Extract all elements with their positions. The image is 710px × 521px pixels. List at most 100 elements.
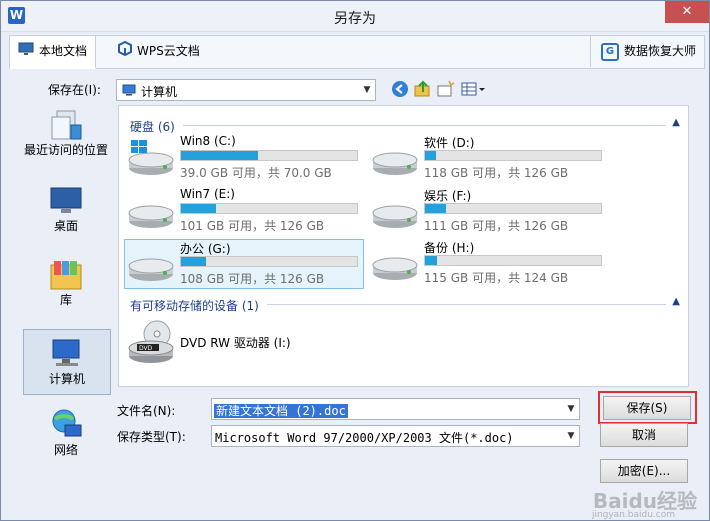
capacity-fill (181, 257, 206, 266)
capacity-fill (425, 151, 436, 160)
capacity-fill (181, 204, 217, 213)
svg-text:DVD: DVD (139, 345, 153, 352)
hard-drive-icon (127, 246, 175, 287)
dvd-drive-icon: DVD (127, 320, 175, 369)
drive-dvd[interactable]: DVD DVD RW 驱动器 (I:) (125, 318, 363, 368)
drive-info: 111 GB 可用，共 126 GB (424, 219, 569, 233)
drive-f[interactable]: 娱乐 (F:) 111 GB 可用，共 126 GB (369, 187, 607, 235)
place-recent[interactable]: 最近访问的位置 (23, 109, 109, 177)
new-folder-icon[interactable] (437, 80, 455, 98)
place-label: 桌面 (53, 219, 78, 233)
drive-name: Win8 (C:) (180, 134, 236, 148)
up-folder-icon[interactable] (414, 80, 432, 98)
data-recovery-link[interactable]: G 数据恢复大师 (589, 36, 696, 67)
capacity-bar (424, 150, 602, 161)
place-label: 网络 (53, 443, 78, 457)
hard-drive-icon (371, 140, 419, 181)
group-divider (267, 304, 666, 305)
library-icon (49, 257, 83, 291)
save-in-value: 计算机 (141, 85, 178, 99)
drive-info: 118 GB 可用，共 126 GB (424, 166, 569, 180)
drive-name: 娱乐 (F:) (424, 189, 472, 203)
location-tabs: 本地文档 WPS云文档 G 数据恢复大师 (9, 35, 705, 69)
chevron-down-icon[interactable]: ▼ (359, 80, 375, 100)
drive-g[interactable]: 办公 (G:) 108 GB 可用，共 126 GB (124, 239, 364, 289)
close-button[interactable]: ✕ (665, 1, 709, 23)
drive-name: 备份 (H:) (424, 241, 475, 255)
drive-name: 办公 (G:) (180, 242, 231, 256)
windows-drive-icon (127, 140, 175, 181)
cancel-button[interactable]: 取消 (600, 423, 688, 447)
drive-e[interactable]: Win7 (E:) 101 GB 可用，共 126 GB (125, 187, 363, 235)
tab-local-documents[interactable]: 本地文档 (10, 36, 97, 69)
collapse-icon[interactable]: ▲ (672, 117, 680, 128)
group-title: 有可移动存储的设备 (1) (130, 299, 259, 313)
capacity-fill (181, 151, 259, 160)
place-desktop[interactable]: 桌面 (23, 185, 109, 235)
monitor-icon (18, 37, 34, 67)
computer-icon (122, 84, 136, 99)
filename-label: 文件名(N): (117, 404, 176, 418)
drive-info: 101 GB 可用，共 126 GB (180, 219, 325, 233)
drive-h[interactable]: 备份 (H:) 115 GB 可用，共 124 GB (369, 239, 607, 287)
drive-name: 软件 (D:) (424, 136, 475, 150)
capacity-bar (424, 203, 602, 214)
places-sidebar: 最近访问的位置 桌面 库 计算机 网络 (15, 105, 115, 464)
capacity-bar (180, 150, 358, 161)
recovery-g-icon: G (600, 42, 619, 61)
drive-info: 39.0 GB 可用，共 70.0 GB (180, 166, 332, 180)
desktop-icon (49, 185, 83, 217)
place-network[interactable]: 网络 (23, 407, 109, 459)
drive-d[interactable]: 软件 (D:) 118 GB 可用，共 126 GB (369, 134, 607, 182)
hard-drive-icon (127, 193, 175, 234)
computer-view: 硬盘 (6) ▲ Win8 (C:) 39.0 GB 可用，共 70.0 GB … (118, 105, 689, 387)
cloud-cube-icon (118, 37, 132, 67)
capacity-fill (425, 204, 447, 213)
computer-icon (50, 336, 84, 370)
chevron-down-icon[interactable]: ▼ (563, 399, 579, 419)
capacity-bar (180, 256, 358, 267)
place-label: 库 (59, 293, 72, 307)
place-label: 计算机 (48, 372, 85, 386)
encrypt-button[interactable]: 加密(E)... (600, 459, 688, 483)
tab-label: WPS云文档 (137, 44, 200, 58)
group-hard-disks[interactable]: 硬盘 (6) ▲ (119, 115, 688, 135)
filename-input[interactable]: 新建文本文档 (2).doc ▼ (211, 398, 580, 420)
hard-drive-icon (371, 245, 419, 286)
tab-label: 本地文档 (39, 44, 88, 58)
capacity-fill (425, 256, 438, 265)
collapse-icon[interactable]: ▲ (672, 296, 680, 307)
back-icon[interactable] (391, 80, 409, 98)
drive-info: 108 GB 可用，共 126 GB (180, 272, 325, 286)
capacity-bar (180, 203, 358, 214)
group-removable[interactable]: 有可移动存储的设备 (1) ▲ (119, 294, 688, 314)
hard-drive-icon (371, 193, 419, 234)
place-label: 最近访问的位置 (23, 143, 108, 157)
group-title: 硬盘 (6) (130, 120, 175, 134)
filetype-dropdown[interactable]: Microsoft Word 97/2000/XP/2003 文件(*.doc)… (211, 425, 580, 447)
capacity-bar (424, 255, 602, 266)
filetype-label: 保存类型(T): (117, 430, 186, 444)
recent-places-icon (49, 109, 83, 143)
filetype-value: Microsoft Word 97/2000/XP/2003 文件(*.doc) (215, 431, 514, 445)
save-in-dropdown[interactable]: 计算机 ▼ (116, 79, 376, 101)
tab-wps-cloud[interactable]: WPS云文档 (110, 36, 208, 67)
group-divider (183, 125, 666, 126)
recovery-label: 数据恢复大师 (623, 44, 696, 58)
drive-name: DVD RW 驱动器 (I:) (180, 336, 291, 350)
title-bar: W 另存为 ✕ (1, 1, 709, 32)
network-icon (49, 407, 83, 441)
place-computer[interactable]: 计算机 (23, 329, 111, 395)
place-library[interactable]: 库 (23, 257, 109, 309)
save-in-label: 保存在(I): (48, 83, 101, 97)
chevron-down-icon[interactable]: ▼ (563, 426, 579, 446)
baidu-watermark-url: jingyan.baidu.com (591, 510, 675, 520)
dialog-title: 另存为 (334, 11, 376, 27)
drive-name: Win7 (E:) (180, 187, 235, 201)
save-button-highlight (598, 391, 697, 424)
filename-value: 新建文本文档 (2).doc (214, 404, 348, 418)
drive-c[interactable]: Win8 (C:) 39.0 GB 可用，共 70.0 GB (125, 134, 363, 182)
drive-info: 115 GB 可用，共 124 GB (424, 271, 569, 285)
save-as-dialog: W 另存为 ✕ 本地文档 WPS云文档 G 数据恢复大师 保存在(I): 计算机 … (0, 0, 710, 521)
view-menu-icon[interactable] (461, 80, 487, 98)
